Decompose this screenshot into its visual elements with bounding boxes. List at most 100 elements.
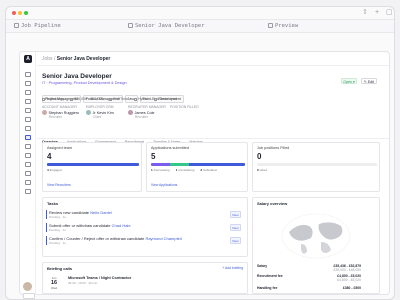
help-icon[interactable] [25,180,31,185]
title-bar: ⇧ + ▢ [6,7,394,19]
collapse-sidebar-button[interactable] [23,293,35,299]
people-icon[interactable] [25,81,31,86]
logout-icon[interactable] [25,189,31,194]
view-applications-link[interactable]: View Applications [151,183,177,187]
avatar[interactable] [23,282,32,291]
breadcrumb-separator: / [53,56,56,62]
stat-bar [47,163,139,166]
level-icon [154,97,158,101]
file-icon [14,22,19,28]
avatar [42,110,47,115]
meta-location: Hybrid [133,97,148,101]
jobs-icon[interactable] [25,135,31,140]
file-tab-job[interactable]: Senior Java Developer [128,22,205,31]
status-label: Open [343,80,352,84]
meeting-time: 09:30 - 10:00 · 30 min [68,281,98,285]
stat-card-applications: Applications submitted 5 1Interviewing 1C… [146,142,248,192]
person-role: POSITION FILLED [170,105,199,109]
world-map-graphic [281,213,351,259]
stat-card-team: Assigned team 4 4Engaged View Recruiters [42,142,142,192]
meta-salary: $36,000 - $48,000 [70,97,103,101]
file-icon [128,22,133,28]
calendar-icon[interactable] [25,99,31,104]
tasks-title: Tasks [47,201,59,206]
view-recruiters-link[interactable]: View Recruiters [47,183,71,187]
person-recruiter-manager[interactable]: James Cole Recruiter [128,110,155,119]
file-tab-preview[interactable]: Preview [268,22,298,31]
meta-type: Full Time [109,97,128,101]
stat-legend: 0Hired [257,168,267,172]
avatar [128,110,133,115]
folder-icon[interactable] [25,144,31,149]
money-icon [70,97,74,101]
logo[interactable]: A [24,55,32,63]
stat-title: Job positions Filled [257,146,290,150]
view-task-button[interactable]: View [229,224,241,231]
divider [37,65,389,66]
new-tab-icon[interactable]: + [375,9,379,17]
file-tab-pipeline[interactable]: Job Pipeline [14,22,61,31]
edit-label: Edit [367,80,375,84]
file-icon [268,22,273,28]
task-item[interactable]: Confirm / Counter / Reject offer or with… [46,236,242,245]
task-item[interactable]: Review new candidate Nello Daniel Pending… [46,210,242,219]
stat-bar [257,163,377,166]
breadcrumb-root[interactable]: Jobs [42,56,53,62]
minimize-window-button[interactable] [18,11,22,15]
sidebar: A [20,52,36,294]
building-icon[interactable] [25,153,31,158]
page-title: Senior Java Developer [42,73,112,80]
task-item[interactable]: Submit offer or withdraw candidate Chad … [46,223,242,232]
view-task-button[interactable]: View [229,237,241,244]
person-role: ACCOUNT MANAGER [42,105,77,109]
stat-value: 5 [151,152,156,161]
divider [37,138,389,139]
tabs-icon[interactable]: ▢ [386,9,393,17]
skill-chips: Project Management Product Management Java… [42,87,185,105]
settings-icon[interactable] [25,171,31,176]
breadcrumb-current: Senior Java Developer [56,56,111,62]
bell-icon[interactable] [25,162,31,167]
browser-window: ⇧ + ▢ Job Pipeline Senior Java Developer… [5,6,395,300]
person-account-manager[interactable]: Stephan Ruggiero Recruiter [42,110,79,119]
home-icon[interactable] [25,72,31,77]
status-dropdown[interactable]: Open ▾ [341,78,357,84]
tag-icon [42,97,45,101]
maximize-window-button[interactable] [24,11,28,15]
file-icon[interactable] [25,126,31,131]
stat-bar [151,163,245,166]
briefing-calls-panel: Briefing calls + Add briefing Jun 16 Wed M… [42,262,248,294]
pin-icon [133,97,137,101]
edit-button[interactable]: ✎ Edit [361,78,377,84]
briefing-title: Briefing calls [47,266,73,271]
add-briefing-button[interactable]: + Add briefing [222,266,243,270]
meeting-title[interactable]: Microsoft Teams / Night Contractor [68,276,131,280]
person-employer[interactable]: Jr Kevin Kim Client [86,110,114,119]
stat-title: Assigned team [47,146,73,150]
page-tabs: OverviewApplicationsEngagementRecruitmen… [42,130,212,147]
clock-icon [109,97,113,101]
salary-overview-panel: Salary overview Salary £35,436 - £52,879 £… [252,197,380,294]
close-window-button[interactable] [12,11,16,15]
stat-legend: 4Engaged [47,168,62,172]
salary-title: Salary overview [257,201,288,206]
mail-icon[interactable] [25,108,31,113]
meta-level: Senior level [154,97,177,101]
stat-title: Applications submitted [151,146,189,150]
share-icon[interactable]: ⇧ [362,9,368,17]
app-frame: A Jobs / Senior Java Developer Senior Ja… [19,51,390,295]
person-role: EMPLOYER CRM [86,105,114,109]
stat-value: 4 [47,152,52,161]
tasks-panel: Tasks Review new candidate Nello Daniel P… [42,197,248,257]
meta-industry: Technology [42,97,64,101]
stat-value: 0 [257,152,262,161]
stat-legend: 1Interviewing 1Considering 3Submitted [151,168,217,172]
file-tabs: Job Pipeline Senior Java Developer Previ… [6,19,394,33]
avatar [86,110,91,115]
chart-icon[interactable] [25,117,31,122]
job-meta: Technology $36,000 - $48,000 Full Time H… [42,97,182,101]
breadcrumb: Jobs / Senior Java Developer [42,56,110,62]
job-subtitle: IT · Programming, Product Development & … [42,81,127,85]
briefcase-icon[interactable] [25,90,31,95]
view-task-button[interactable]: View [229,211,241,218]
